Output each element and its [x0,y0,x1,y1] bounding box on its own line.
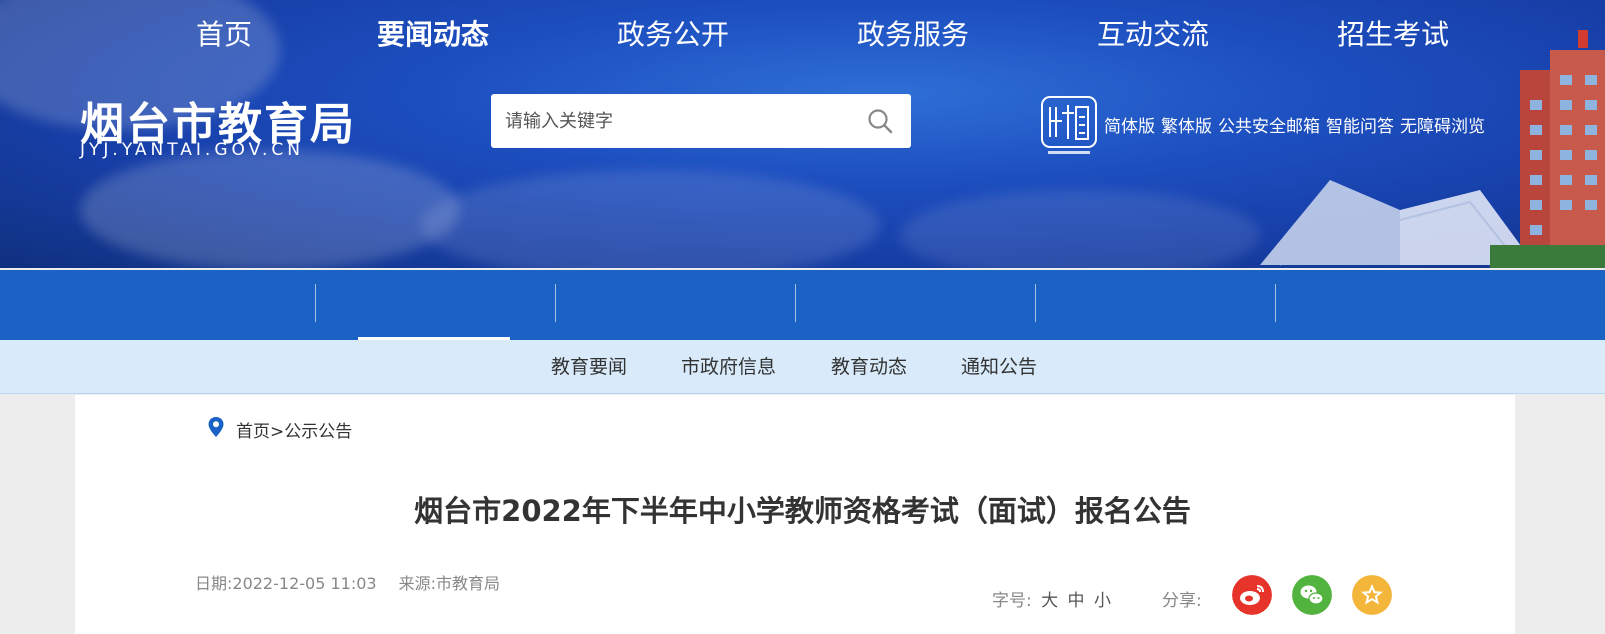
nav-divider [795,284,796,322]
location-pin-icon [208,417,224,437]
breadcrumb[interactable]: 首页>公示公告 [236,417,352,442]
nav-divider [1035,284,1036,322]
site-url: JYJ.YANTAI.GOV.CN [80,140,305,160]
article-title: 烟台市2022年下半年中小学教师资格考试（面试）报名公告 [414,494,1191,528]
favorite-star-icon[interactable] [1352,575,1392,615]
subnav-item-notices[interactable]: 通知公告 [961,340,1037,394]
nav-item-news[interactable]: 要闻动态 [343,0,523,70]
nav-divider [1275,284,1276,322]
publish-date: 日期:2022-12-05 11:03 [195,574,377,593]
sub-nav [0,340,1605,394]
article-meta: 日期:2022-12-05 11:03 来源:市教育局 [195,570,500,594]
subnav-item-city-government-info[interactable]: 市政府信息 [681,340,776,394]
nav-item-government-affairs[interactable]: 政务公开 [583,0,763,70]
share-label: 分享: [1162,591,1202,611]
nav-item-admissions-exams[interactable]: 招生考试 [1303,0,1483,70]
subnav-item-education-news[interactable]: 教育要闻 [551,340,627,394]
font-size-medium-button[interactable]: 中 [1068,591,1085,611]
search-icon[interactable] [866,107,894,135]
nav-divider [315,284,316,322]
search-box [491,94,911,148]
nav-divider [555,284,556,322]
building-illustration [1490,30,1605,268]
nav-item-home[interactable]: 首页 [134,0,314,70]
font-size-small-button[interactable]: 小 [1094,591,1111,611]
smart-qa-link[interactable]: 智能问答 [1326,112,1394,137]
article-source: 来源:市教育局 [398,574,500,593]
font-size-large-button[interactable]: 大 [1041,591,1058,611]
yantai-china-seal-logo [1041,96,1097,154]
wechat-share-icon[interactable] [1292,575,1332,615]
font-size-label: 字号: [992,591,1032,611]
subnav-item-education-updates[interactable]: 教育动态 [831,340,907,394]
nav-item-government-services[interactable]: 政务服务 [823,0,1003,70]
search-input[interactable] [491,94,851,148]
public-safety-mailbox-link[interactable]: 公共安全邮箱 [1218,112,1320,137]
simplified-chinese-link[interactable]: 简体版 [1104,112,1155,137]
font-size-control: 字号: 大 中 小 [992,586,1111,611]
top-links: 简体版 繁体版 公共安全邮箱 智能问答 无障碍浏览 [1104,112,1485,137]
main-nav [0,270,1605,340]
nav-item-interaction[interactable]: 互动交流 [1063,0,1243,70]
accessibility-link[interactable]: 无障碍浏览 [1400,112,1485,137]
traditional-chinese-link[interactable]: 繁体版 [1161,112,1212,137]
weibo-share-icon[interactable] [1232,575,1272,615]
